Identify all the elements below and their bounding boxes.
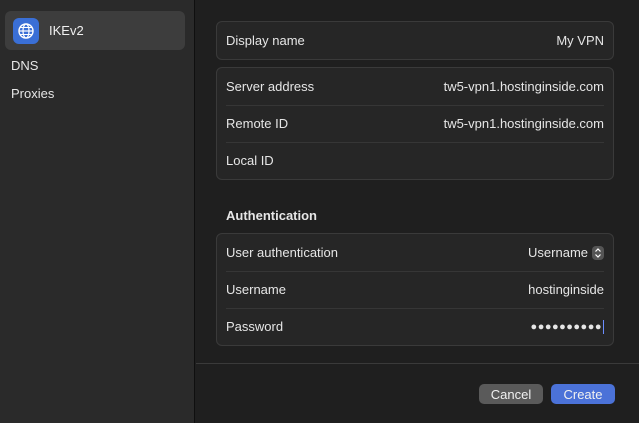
remote-id-row[interactable]: Remote ID tw5-vpn1.hostinginside.com xyxy=(217,105,613,142)
user-authentication-label: User authentication xyxy=(226,245,339,260)
display-name-row[interactable]: Display name My VPN xyxy=(217,22,613,59)
globe-icon xyxy=(13,17,39,44)
server-group: Server address tw5-vpn1.hostinginside.co… xyxy=(216,67,614,180)
authentication-section-title: Authentication xyxy=(226,208,317,223)
display-name-label: Display name xyxy=(226,33,305,48)
password-dots: ●●●●●●●●●● xyxy=(530,320,602,333)
sidebar-item-label: IKEv2 xyxy=(49,23,84,38)
text-caret xyxy=(603,319,604,334)
sidebar-item-ikev2[interactable]: IKEv2 xyxy=(5,11,185,50)
username-row[interactable]: Username hostinginside xyxy=(217,271,613,308)
password-row[interactable]: Password ●●●●●●●●●● xyxy=(217,308,613,345)
remote-id-field[interactable]: tw5-vpn1.hostinginside.com xyxy=(444,116,604,131)
display-name-field[interactable]: My VPN xyxy=(556,33,604,48)
user-authentication-row: User authentication Username xyxy=(217,234,613,271)
remote-id-label: Remote ID xyxy=(226,116,289,131)
password-label: Password xyxy=(226,319,284,334)
username-field[interactable]: hostinginside xyxy=(528,282,604,297)
user-authentication-popup[interactable]: Username xyxy=(528,245,604,260)
password-field[interactable]: ●●●●●●●●●● xyxy=(530,319,604,334)
sidebar-item-dns[interactable]: DNS xyxy=(11,58,38,73)
chevron-updown-icon xyxy=(592,245,604,260)
main-panel: Display name My VPN Server address tw5-v… xyxy=(196,0,639,423)
username-label: Username xyxy=(226,282,286,297)
server-address-row[interactable]: Server address tw5-vpn1.hostinginside.co… xyxy=(217,68,613,105)
local-id-row[interactable]: Local ID xyxy=(217,142,613,179)
local-id-label: Local ID xyxy=(226,153,274,168)
sidebar: IKEv2 DNS Proxies xyxy=(0,0,195,423)
cancel-button[interactable]: Cancel xyxy=(479,384,543,404)
server-address-field[interactable]: tw5-vpn1.hostinginside.com xyxy=(444,79,604,94)
footer-divider xyxy=(196,363,639,364)
create-button[interactable]: Create xyxy=(551,384,615,404)
vpn-config-window: IKEv2 DNS Proxies Display name My VPN Se… xyxy=(0,0,639,423)
auth-group: User authentication Username Username ho… xyxy=(216,233,614,346)
display-name-group: Display name My VPN xyxy=(216,21,614,60)
sidebar-item-proxies[interactable]: Proxies xyxy=(11,86,54,101)
server-address-label: Server address xyxy=(226,79,315,94)
user-authentication-value: Username xyxy=(528,245,588,260)
